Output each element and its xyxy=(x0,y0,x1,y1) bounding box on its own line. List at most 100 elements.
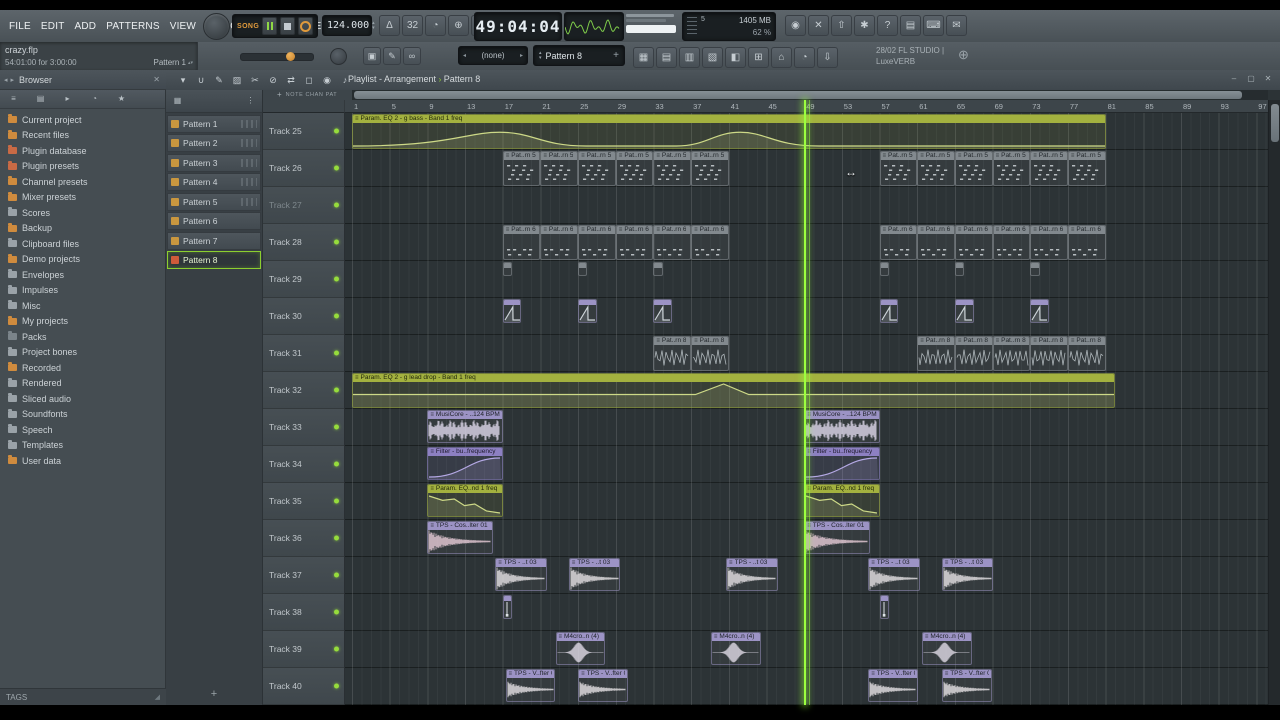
pencil-icon[interactable]: ✎ xyxy=(383,47,401,65)
audio-clip[interactable]: ≡TPS - Cos..lter 01 xyxy=(804,521,871,554)
track-led[interactable] xyxy=(334,202,339,208)
master-volume-bar[interactable] xyxy=(626,25,676,33)
tags-bar[interactable]: TAGS ◢ xyxy=(0,688,166,705)
audio-clip[interactable] xyxy=(578,299,597,323)
playlist-grid[interactable]: ≡ Param. EQ 2 - g bass - Band 1 freq ≡ Para… xyxy=(345,113,1268,705)
precount-icon[interactable]: 32 xyxy=(402,15,423,36)
main-pitch-knob[interactable] xyxy=(330,48,347,65)
mixer-icon[interactable]: ▧ xyxy=(702,47,723,68)
browser-item[interactable]: Plugin presets xyxy=(0,159,165,175)
render-icon[interactable]: ⇧ xyxy=(831,15,852,36)
picker-menu-icon[interactable]: ⋮ xyxy=(243,94,258,109)
browser-back-icon[interactable]: ◂ xyxy=(4,76,8,84)
audio-clip[interactable]: ≡TPS - V..fter 01 xyxy=(868,669,919,702)
browser-close-icon[interactable]: ✕ xyxy=(153,75,162,84)
playhead[interactable] xyxy=(804,100,811,705)
vertical-scrollbar[interactable] xyxy=(1268,100,1280,705)
pattern-spinner-icon[interactable]: ▴▾ xyxy=(188,60,193,66)
hscroll-handle[interactable] xyxy=(354,91,1242,99)
track-led[interactable] xyxy=(334,646,339,652)
automation-clip[interactable]: ≡ Param. EQ 2 - g bass - Band 1 freq xyxy=(352,114,1106,149)
audio-clip[interactable]: ≡TPS - Cos..lter 01 xyxy=(427,521,494,554)
typing-piano-icon[interactable]: ▣ xyxy=(363,47,381,65)
pattern-clip[interactable]: ≡ Pat..rn 5 xyxy=(879,151,918,186)
automation-clip[interactable]: ≡Param. EQ..nd 1 freq xyxy=(804,484,880,517)
audio-clip[interactable]: ≡TPS - V..fter 01 xyxy=(505,669,556,702)
draw-tool-icon[interactable]: ✎ xyxy=(211,72,227,88)
browser-item[interactable]: Current project xyxy=(0,112,165,128)
browser-item[interactable]: Clipboard files xyxy=(0,236,165,252)
browser-item[interactable]: Channel presets xyxy=(0,174,165,190)
piano-keyboard-icon[interactable]: ▤ xyxy=(900,15,921,36)
playlist-icon[interactable]: ▦ xyxy=(633,47,654,68)
menu-item-edit[interactable]: EDIT xyxy=(36,21,70,32)
time-display[interactable]: 49:04:04 xyxy=(474,12,562,41)
pattern-clip[interactable]: ≡ Pat..rn 5 xyxy=(1030,151,1068,186)
slider-handle[interactable] xyxy=(285,52,295,61)
audio-clip[interactable] xyxy=(653,299,673,323)
browser-item[interactable]: Soundfonts xyxy=(0,407,165,423)
pattern-list-item[interactable]: Pattern 8 xyxy=(167,251,261,269)
resize-grip-icon[interactable]: ◢ xyxy=(155,693,160,701)
browser-play-icon[interactable]: ▸ xyxy=(60,92,75,106)
track-led[interactable] xyxy=(334,683,339,689)
track-header[interactable]: Track 36 xyxy=(263,520,344,557)
minimize-button[interactable]: – xyxy=(1227,72,1241,86)
stop-button[interactable] xyxy=(280,17,296,35)
pattern-list-item[interactable]: Pattern 2 xyxy=(167,134,261,152)
browser-item[interactable]: My projects xyxy=(0,314,165,330)
pattern-list-item[interactable]: Pattern 3 xyxy=(167,153,261,172)
mute-tool-icon[interactable]: ⊘ xyxy=(265,72,281,88)
song-mode-indicator[interactable]: SONG xyxy=(237,23,259,30)
browser-item[interactable]: Impulses xyxy=(0,283,165,299)
browser-item[interactable]: Mixer presets xyxy=(0,190,165,206)
pattern-list-item[interactable]: Pattern 1 xyxy=(167,114,261,133)
audio-clip[interactable]: ≡ TPS - ..t 03 xyxy=(726,558,778,591)
wait-input-icon[interactable]: ◔ xyxy=(425,15,446,36)
piano-roll-icon[interactable]: ▤ xyxy=(656,47,677,68)
channel-rack-icon[interactable]: ▥ xyxy=(679,47,700,68)
track-header[interactable]: Track 40 xyxy=(263,668,344,705)
menu-item-file[interactable]: FILE xyxy=(4,21,36,32)
pattern-clip[interactable]: ≡ Pat..rn 6 xyxy=(691,225,729,260)
pattern-clip[interactable] xyxy=(502,262,513,276)
pattern-clip[interactable]: ≡ Pat..rn 5 xyxy=(578,151,616,186)
track-header[interactable]: Track 37 xyxy=(263,557,344,594)
track-led[interactable] xyxy=(334,535,339,541)
audio-clip[interactable]: ≡ TPS - ..t 03 xyxy=(941,558,994,591)
pattern-clip[interactable]: ≡ Pat..rn 6 xyxy=(917,225,955,260)
browser-star-icon[interactable]: ★ xyxy=(114,92,129,106)
track-led[interactable] xyxy=(334,609,339,615)
browser-item[interactable]: Packs xyxy=(0,329,165,345)
automation-clip[interactable]: ≡Filter - bu..frequency xyxy=(804,447,880,480)
marker-prev-icon[interactable]: ◂ xyxy=(463,52,466,59)
track-header[interactable]: Track 25 xyxy=(263,113,344,150)
pattern-clip[interactable]: ≡ Pat..rn 6 xyxy=(502,225,541,260)
pattern-clip[interactable]: ≡ Pat..rn 6 xyxy=(954,225,993,260)
pattern-clip[interactable]: ≡ Pat..rn 5 xyxy=(992,151,1031,186)
track-led[interactable] xyxy=(334,387,339,393)
playlist-menu-icon[interactable]: ▾ xyxy=(175,72,191,88)
typing-keyboard-icon[interactable]: ⌨ xyxy=(923,15,944,36)
pattern-list-item[interactable]: Pattern 4 xyxy=(167,173,261,191)
pattern-clip[interactable]: ≡ Pat..rn 8 xyxy=(917,336,955,371)
audio-clip[interactable]: ≡TPS - V..fter 01 xyxy=(578,669,628,702)
track-led[interactable] xyxy=(334,165,339,171)
horizontal-scrollbar[interactable] xyxy=(352,90,1268,100)
audio-clip[interactable] xyxy=(954,299,974,323)
track-led[interactable] xyxy=(334,572,339,578)
chat-icon[interactable]: ✉ xyxy=(946,15,967,36)
playlist-titlebar[interactable]: ▾ ∪ ✎ ▨ ✂ ⊘ ⇄ ◻ ◉ ♪ Playlist - Arrangement › Patt… xyxy=(166,70,1280,91)
pattern-clip[interactable]: ≡ Pat..rn 6 xyxy=(1067,225,1106,260)
audio-clip[interactable] xyxy=(502,595,513,619)
track-header[interactable]: Track 26 xyxy=(263,150,344,187)
track-led[interactable] xyxy=(334,128,339,134)
pattern-clip[interactable]: ≡ Pat..rn 8 xyxy=(653,336,692,371)
main-volume-slider[interactable] xyxy=(240,52,314,61)
plugin-picker-icon[interactable]: ⊞ xyxy=(748,47,769,68)
track-header[interactable]: Track 27 xyxy=(263,187,344,224)
audio-clip[interactable]: ≡MusiCore - ..124 BPM xyxy=(427,410,503,443)
browser-item[interactable]: User data xyxy=(0,453,165,469)
browser-item[interactable]: Templates xyxy=(0,438,165,454)
track-led[interactable] xyxy=(334,498,339,504)
